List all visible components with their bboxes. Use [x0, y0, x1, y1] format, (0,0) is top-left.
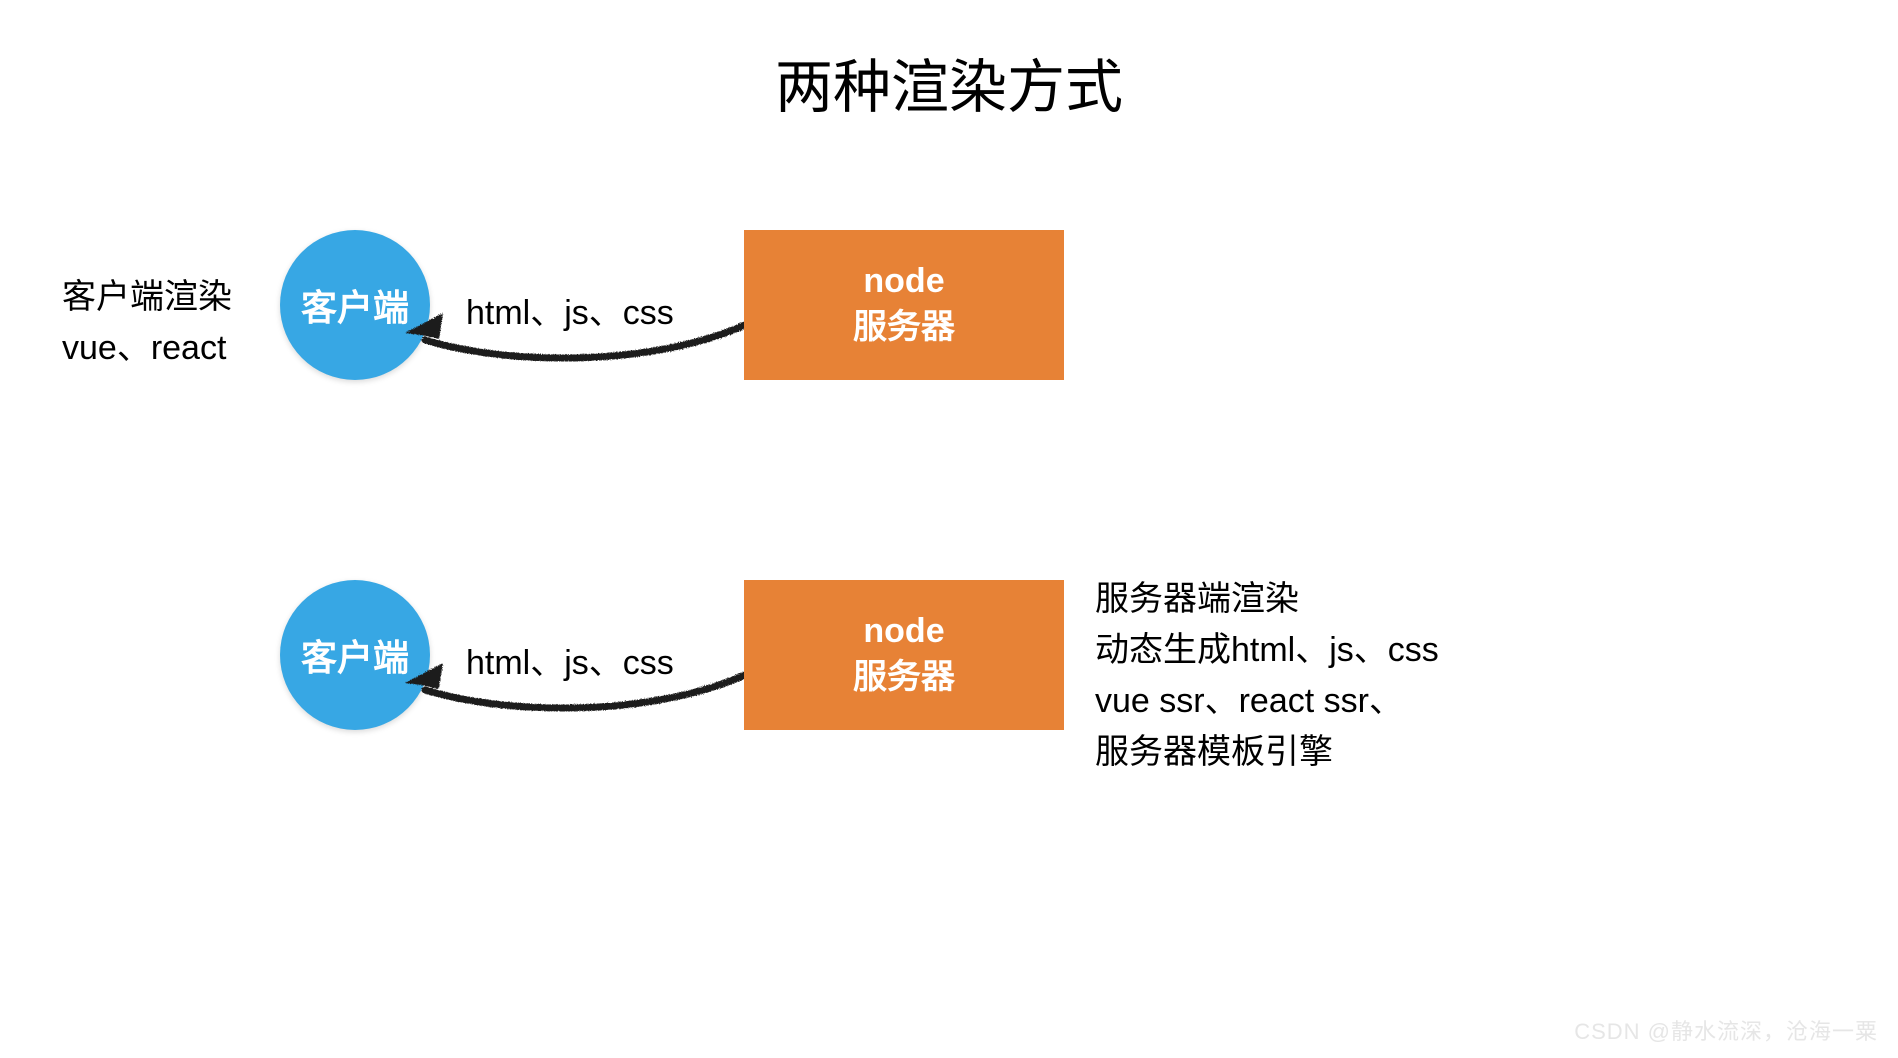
side-description-csr: 客户端渲染 vue、react	[62, 272, 232, 374]
diagram-title: 两种渲染方式	[0, 40, 1898, 124]
csr-line2: vue、react	[62, 323, 232, 374]
watermark-text: CSDN @静水流深，沧海一粟	[1574, 1014, 1878, 1046]
arrow-1	[395, 295, 755, 375]
csr-line1: 客户端渲染	[62, 272, 232, 323]
ssr-line1: 服务器端渲染	[1095, 574, 1439, 625]
server2-line2: 服务器	[853, 655, 955, 701]
server1-line1: node	[863, 259, 944, 305]
ssr-line3: vue ssr、react ssr、	[1095, 676, 1439, 727]
ssr-line4: 服务器模板引擎	[1095, 727, 1439, 778]
ssr-line2: 动态生成html、js、css	[1095, 625, 1439, 676]
side-description-ssr: 服务器端渲染 动态生成html、js、css vue ssr、react ssr…	[1095, 574, 1439, 778]
server-node-1: node 服务器	[744, 230, 1064, 380]
server1-line2: 服务器	[853, 305, 955, 351]
arrow-2	[395, 645, 755, 725]
server-node-2: node 服务器	[744, 580, 1064, 730]
server2-line1: node	[863, 609, 944, 655]
